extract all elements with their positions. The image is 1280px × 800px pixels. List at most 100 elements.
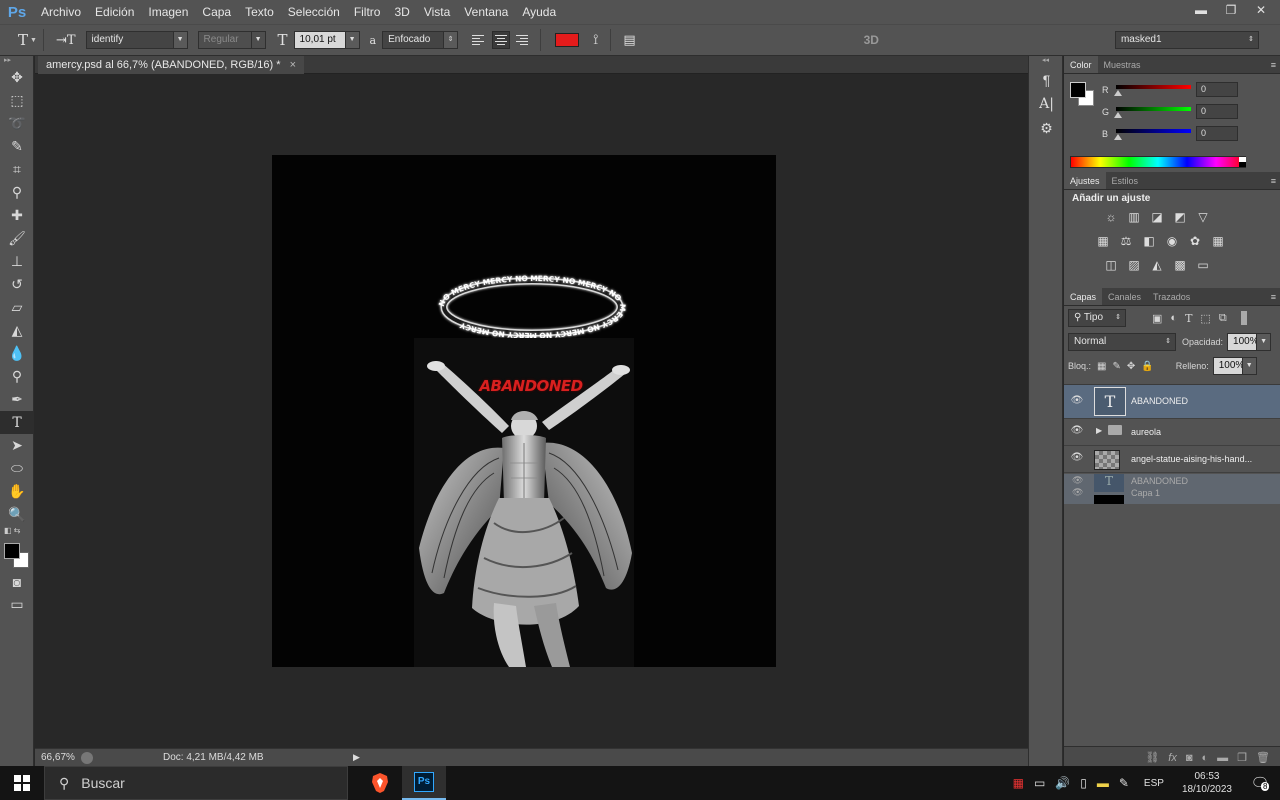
black-white-icon[interactable]: ◧ (1140, 233, 1158, 249)
battery-icon[interactable]: ▯ (1075, 776, 1092, 790)
type-tool-preset-icon[interactable]: T (18, 31, 28, 49)
character-panel-icon[interactable]: A| (1029, 92, 1064, 116)
color-lookup-icon[interactable]: ▦ (1209, 233, 1227, 249)
warp-text-icon[interactable]: ⟟ (593, 32, 598, 48)
close-tab-icon[interactable]: × (290, 59, 296, 71)
document-tab[interactable]: amercy.psd al 66,7% (ABANDONED, RGB/16) … (38, 56, 305, 74)
lasso-tool-icon[interactable]: ➰ (0, 112, 34, 135)
layer-name[interactable]: ABANDONED (1131, 396, 1188, 406)
quick-selection-tool-icon[interactable]: ✎ (0, 135, 34, 158)
green-slider[interactable] (1116, 107, 1191, 111)
green-value[interactable]: 0 (1196, 104, 1238, 119)
panel-menu-icon[interactable]: ≡ (1271, 172, 1276, 190)
new-adjustment-layer-icon[interactable]: ◐ (1202, 752, 1209, 764)
collapse-toolbox-icon[interactable]: ▸▸ (0, 56, 33, 66)
photoshop-app[interactable]: Ps (402, 766, 446, 800)
add-mask-icon[interactable]: ◙ (1186, 752, 1193, 764)
move-tool-icon[interactable]: ✥ (0, 66, 34, 89)
restore-button[interactable]: ❐ (1218, 2, 1244, 18)
group-expand-icon[interactable]: ▶ (1096, 426, 1102, 435)
lock-position-icon[interactable]: ✥ (1127, 361, 1135, 372)
delete-layer-icon[interactable]: 🗑 (1256, 751, 1270, 764)
fill-field[interactable]: 100% ▼ (1212, 357, 1257, 375)
path-selection-tool-icon[interactable]: ➤ (0, 434, 34, 457)
workspace-select[interactable]: masked1 ⇕ (1114, 31, 1259, 49)
foreground-color-swatch[interactable] (4, 543, 20, 559)
menu-edicion[interactable]: Edición (88, 5, 141, 19)
crop-tool-icon[interactable]: ⌗ (0, 158, 34, 181)
tab-color[interactable]: Color (1064, 56, 1098, 73)
tab-estilos[interactable]: Estilos (1106, 172, 1145, 189)
lock-transparent-icon[interactable]: ▦ (1097, 361, 1106, 372)
blur-tool-icon[interactable]: 💧 (0, 342, 34, 365)
color-spectrum-bar[interactable] (1070, 156, 1246, 168)
abandoned-title-text[interactable]: ABANDONED (458, 377, 604, 395)
vibrance-icon[interactable]: ▽ (1194, 209, 1212, 225)
glyphs-panel-icon[interactable]: ⚙ (1029, 116, 1064, 140)
status-menu-arrow-icon[interactable]: ▶ (353, 752, 360, 763)
volume-icon[interactable]: 🔊 (1050, 776, 1075, 790)
link-layers-icon[interactable]: ⛓ (1145, 751, 1159, 764)
character-panel-icon[interactable]: ▤ (623, 33, 635, 48)
invert-icon[interactable]: ◫ (1102, 257, 1120, 273)
lock-all-icon[interactable]: 🔒 (1141, 361, 1153, 372)
close-button[interactable]: ✕ (1248, 2, 1274, 18)
new-layer-icon[interactable]: ❐ (1237, 751, 1247, 764)
brightness-icon[interactable]: ☼ (1102, 209, 1120, 225)
menu-vista[interactable]: Vista (417, 5, 457, 19)
windows-start-button[interactable] (0, 766, 44, 800)
status-info-icon[interactable] (81, 751, 93, 764)
marquee-tool-icon[interactable]: ⬚ (0, 89, 34, 112)
eyedropper-tool-icon[interactable]: ⚲ (0, 181, 34, 204)
brush-tool-icon[interactable]: 🖌 (0, 227, 34, 250)
swap-colors-icon[interactable]: ◧ ⇆ (0, 526, 33, 540)
hue-saturation-icon[interactable]: ▦ (1094, 233, 1112, 249)
layer-style-icon[interactable]: fx (1168, 752, 1177, 764)
tab-ajustes[interactable]: Ajustes (1064, 172, 1106, 189)
hand-tool-icon[interactable]: ✋ (0, 480, 34, 503)
canvas-area[interactable]: NO MERCY MERCY NO MERCY NO MERCY NO MERC… (35, 75, 1028, 748)
selective-color-icon[interactable]: ▭ (1194, 257, 1212, 273)
align-center-button[interactable] (492, 31, 511, 49)
red-slider[interactable] (1116, 85, 1191, 89)
type-tool-icon[interactable]: T (0, 411, 34, 434)
notifications-button[interactable]: 🗨 8 (1240, 774, 1280, 792)
font-family-select[interactable]: identify ▼ (85, 31, 188, 49)
align-right-button[interactable] (514, 31, 532, 49)
artboard[interactable]: NO MERCY MERCY NO MERCY NO MERCY NO MERC… (272, 155, 776, 667)
layer-row[interactable]: 👁 angel-statue-aising-his-hand... (1064, 446, 1280, 473)
channel-mixer-icon[interactable]: ✿ (1186, 233, 1204, 249)
pen-tool-icon[interactable]: ✒ (0, 388, 34, 411)
text-color-swatch[interactable] (555, 33, 580, 47)
menu-imagen[interactable]: Imagen (141, 5, 195, 19)
usb-icon[interactable]: ▬ (1092, 776, 1114, 790)
posterize-icon[interactable]: ▨ (1125, 257, 1143, 273)
filter-smart-object-icon[interactable]: ⧉ (1219, 312, 1227, 325)
blue-slider-thumb[interactable] (1114, 134, 1122, 140)
font-style-select[interactable]: Regular ▼ (197, 31, 266, 49)
menu-ventana[interactable]: Ventana (457, 5, 515, 19)
menu-texto[interactable]: Texto (238, 5, 281, 19)
dodge-tool-icon[interactable]: ⚲ (0, 365, 34, 388)
filter-text-icon[interactable]: T (1185, 312, 1192, 325)
pen-icon[interactable]: ✎ (1114, 776, 1134, 790)
network-icon[interactable]: ▭ (1029, 776, 1050, 790)
filter-toggle-icon[interactable] (1240, 311, 1247, 325)
paint-bucket-tool-icon[interactable]: ◭ (0, 319, 34, 342)
eraser-tool-icon[interactable]: ▱ (0, 296, 34, 319)
layer-name[interactable]: aureola (1131, 427, 1161, 437)
visibility-eye-icon[interactable]: 👁 (1070, 425, 1084, 436)
brave-browser-app[interactable] (358, 766, 402, 800)
healing-brush-tool-icon[interactable]: ✚ (0, 204, 34, 227)
minimize-button[interactable]: ▬ (1188, 2, 1214, 18)
visibility-eye-icon[interactable]: 👁 (1070, 452, 1084, 463)
levels-icon[interactable]: ▥ (1125, 209, 1143, 225)
menu-ayuda[interactable]: Ayuda (515, 5, 563, 19)
curves-icon[interactable]: ◪ (1148, 209, 1166, 225)
photo-filter-icon[interactable]: ◉ (1163, 233, 1181, 249)
taskbar-search[interactable]: ⚲ Buscar (44, 766, 348, 800)
visibility-eye-icon[interactable]: 👁 (1070, 395, 1084, 406)
ellipse-tool-icon[interactable]: ⬭ (0, 457, 34, 480)
history-brush-tool-icon[interactable]: ↺ (0, 273, 34, 296)
menu-seleccion[interactable]: Selección (281, 5, 347, 19)
